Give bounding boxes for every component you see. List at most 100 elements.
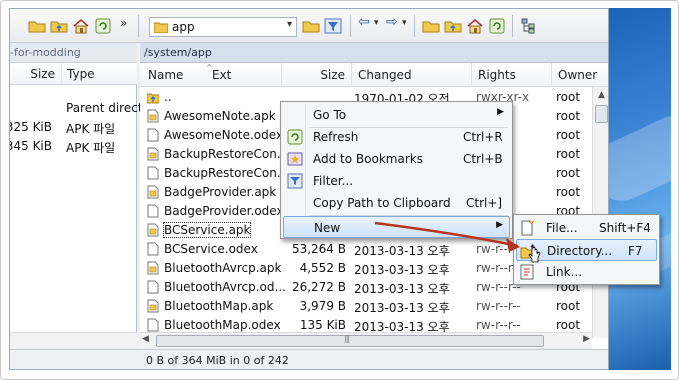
left-horizontal-scrollbar[interactable] bbox=[10, 332, 137, 349]
menu-item-refresh[interactable]: Refresh Ctrl+R bbox=[283, 126, 510, 148]
file-name: AwesomeNote.apk bbox=[164, 109, 276, 123]
menu-item-label: Add to Bookmarks bbox=[313, 152, 423, 166]
left-file-pane[interactable]: -for-modding Size Type Parent direct 325… bbox=[9, 43, 143, 349]
refresh-toolbar-icon[interactable] bbox=[94, 18, 112, 34]
column-header-size[interactable]: Size bbox=[282, 63, 352, 87]
column-header-size[interactable]: Size bbox=[10, 63, 62, 85]
file-changed: 2013-03-13 오후 bbox=[354, 282, 450, 296]
menu-item-shortcut: Ctrl+B bbox=[463, 152, 503, 166]
file-owner: root bbox=[556, 128, 581, 142]
folder-up-icon[interactable] bbox=[50, 18, 68, 34]
file-name: AwesomeNote.odex bbox=[164, 128, 284, 142]
apk-file-icon bbox=[147, 299, 159, 313]
file-size: 3,979 B bbox=[299, 299, 346, 313]
left-pane-path-header: -for-modding bbox=[10, 43, 137, 63]
menu-item-shortcut: Ctrl+R bbox=[463, 130, 503, 144]
tree-view-icon[interactable] bbox=[520, 18, 538, 34]
file-owner: root bbox=[556, 299, 581, 313]
column-header-name[interactable]: Name ^ Ext bbox=[140, 63, 282, 87]
mouse-cursor-icon bbox=[528, 244, 541, 263]
file-type: Parent direct bbox=[66, 101, 143, 115]
horizontal-scrollbar[interactable]: ◀ ||| ▶ bbox=[140, 332, 592, 349]
file-size: 135 KiB bbox=[299, 318, 346, 332]
scroll-up-icon[interactable]: ▲ bbox=[593, 87, 608, 104]
scroll-right-icon[interactable]: ▶ bbox=[583, 334, 590, 344]
menu-item-shortcut: F7 bbox=[628, 244, 643, 258]
file-owner: root bbox=[556, 147, 581, 161]
file-icon bbox=[147, 242, 159, 256]
menu-item-shortcut: Shift+F4 bbox=[599, 221, 651, 235]
menu-item-go-to[interactable]: Go To ▶ bbox=[283, 104, 510, 126]
file-changed: 2013-03-13 오후 bbox=[354, 301, 450, 315]
submenu-arrow-icon: ▶ bbox=[496, 220, 503, 230]
file-icon bbox=[147, 204, 159, 218]
file-owner: root bbox=[556, 166, 581, 180]
parent-folder-icon[interactable] bbox=[444, 18, 462, 34]
file-icon bbox=[147, 128, 159, 142]
file-owner: root bbox=[556, 109, 581, 123]
apk-file-icon bbox=[147, 147, 159, 161]
file-type: APK 파일 bbox=[66, 141, 116, 155]
link-icon bbox=[520, 264, 534, 280]
root-folder-icon[interactable] bbox=[422, 18, 440, 34]
open-folder-dropdown-icon[interactable] bbox=[302, 18, 320, 34]
refresh-icon bbox=[287, 129, 303, 145]
chevron-down-icon[interactable]: ▾ bbox=[287, 19, 292, 30]
bookmark-icon bbox=[287, 152, 303, 166]
back-arrow-icon[interactable]: ⇦ bbox=[358, 14, 370, 30]
context-menu: Go To ▶ Refresh Ctrl+R Add to Bookmarks … bbox=[280, 101, 513, 239]
back-dropdown-icon[interactable]: ▾ bbox=[374, 18, 379, 28]
menu-item-label: Filter... bbox=[313, 174, 354, 188]
forward-arrow-icon[interactable]: ⇨ bbox=[386, 14, 398, 30]
scroll-left-icon[interactable]: ◀ bbox=[142, 334, 149, 344]
menu-item-label: File... bbox=[546, 221, 578, 235]
table-row[interactable]: BluetoothMap.apk 3,979 B 2013-03-13 오후 rw-r… bbox=[140, 297, 592, 316]
path-combobox[interactable]: app ▾ bbox=[149, 17, 297, 37]
open-folder-icon[interactable] bbox=[28, 18, 46, 34]
toolbar-overflow-chevron[interactable]: » bbox=[120, 16, 127, 30]
column-header-rights-label: Rights bbox=[478, 68, 516, 82]
file-size: 4,552 B bbox=[299, 261, 346, 275]
menu-item-new[interactable]: New ▶ bbox=[283, 216, 510, 238]
refresh-toolbar-icon[interactable] bbox=[488, 18, 506, 34]
menu-item-label: Directory... bbox=[547, 244, 613, 258]
column-header-changed[interactable]: Changed bbox=[352, 63, 472, 87]
file-rights: rw-r--r-- bbox=[476, 299, 521, 313]
file-name: BluetoothMap.apk bbox=[164, 299, 274, 313]
file-icon bbox=[147, 166, 159, 180]
column-header-changed-label: Changed bbox=[358, 68, 412, 82]
home-icon[interactable] bbox=[72, 18, 90, 34]
wallpaper-highlight bbox=[609, 105, 671, 211]
vertical-scrollbar[interactable]: ▲ bbox=[592, 87, 608, 338]
menu-item-add-to-bookmarks[interactable]: Add to Bookmarks Ctrl+B bbox=[283, 148, 510, 170]
filter-toolbar-icon[interactable] bbox=[324, 18, 342, 34]
column-header-size-label: Size bbox=[30, 67, 55, 81]
file-name: BluetoothAvrcp.apk bbox=[164, 261, 282, 275]
file-owner: root bbox=[556, 185, 581, 199]
toolbar-separator bbox=[350, 15, 351, 37]
file-size: 325 KiB bbox=[9, 120, 52, 134]
menu-item-label: Go To bbox=[313, 108, 347, 122]
menu-item-label: Refresh bbox=[313, 130, 359, 144]
scroll-thumb[interactable] bbox=[156, 335, 544, 347]
menu-item-copy-path[interactable]: Copy Path to Clipboard Ctrl+] bbox=[283, 192, 510, 214]
forward-dropdown-icon[interactable]: ▾ bbox=[402, 18, 407, 28]
column-header-type[interactable]: Type bbox=[62, 63, 137, 85]
column-header-rights[interactable]: Rights bbox=[472, 63, 552, 87]
submenu-item-new-file[interactable]: File... Shift+F4 bbox=[516, 217, 657, 239]
scroll-thumb[interactable] bbox=[595, 105, 608, 123]
file-rights: rw-r--r-- bbox=[476, 318, 521, 332]
apk-file-icon bbox=[147, 185, 159, 199]
apk-file-icon bbox=[147, 109, 159, 123]
menu-item-filter[interactable]: Filter... bbox=[283, 170, 510, 192]
file-size: 26,272 B bbox=[291, 280, 346, 294]
column-header-owner[interactable]: Owner bbox=[552, 63, 608, 87]
home-icon[interactable] bbox=[466, 18, 484, 34]
filter-icon bbox=[287, 173, 303, 189]
column-header-ext-label: Ext bbox=[212, 68, 232, 82]
menu-item-label: Link... bbox=[546, 265, 583, 279]
scroll-grip-icon: ||| bbox=[344, 334, 350, 343]
column-header-name-label: Name bbox=[148, 68, 184, 82]
file-name: BadgeProvider.odex bbox=[164, 204, 284, 218]
file-owner: root bbox=[556, 318, 581, 332]
